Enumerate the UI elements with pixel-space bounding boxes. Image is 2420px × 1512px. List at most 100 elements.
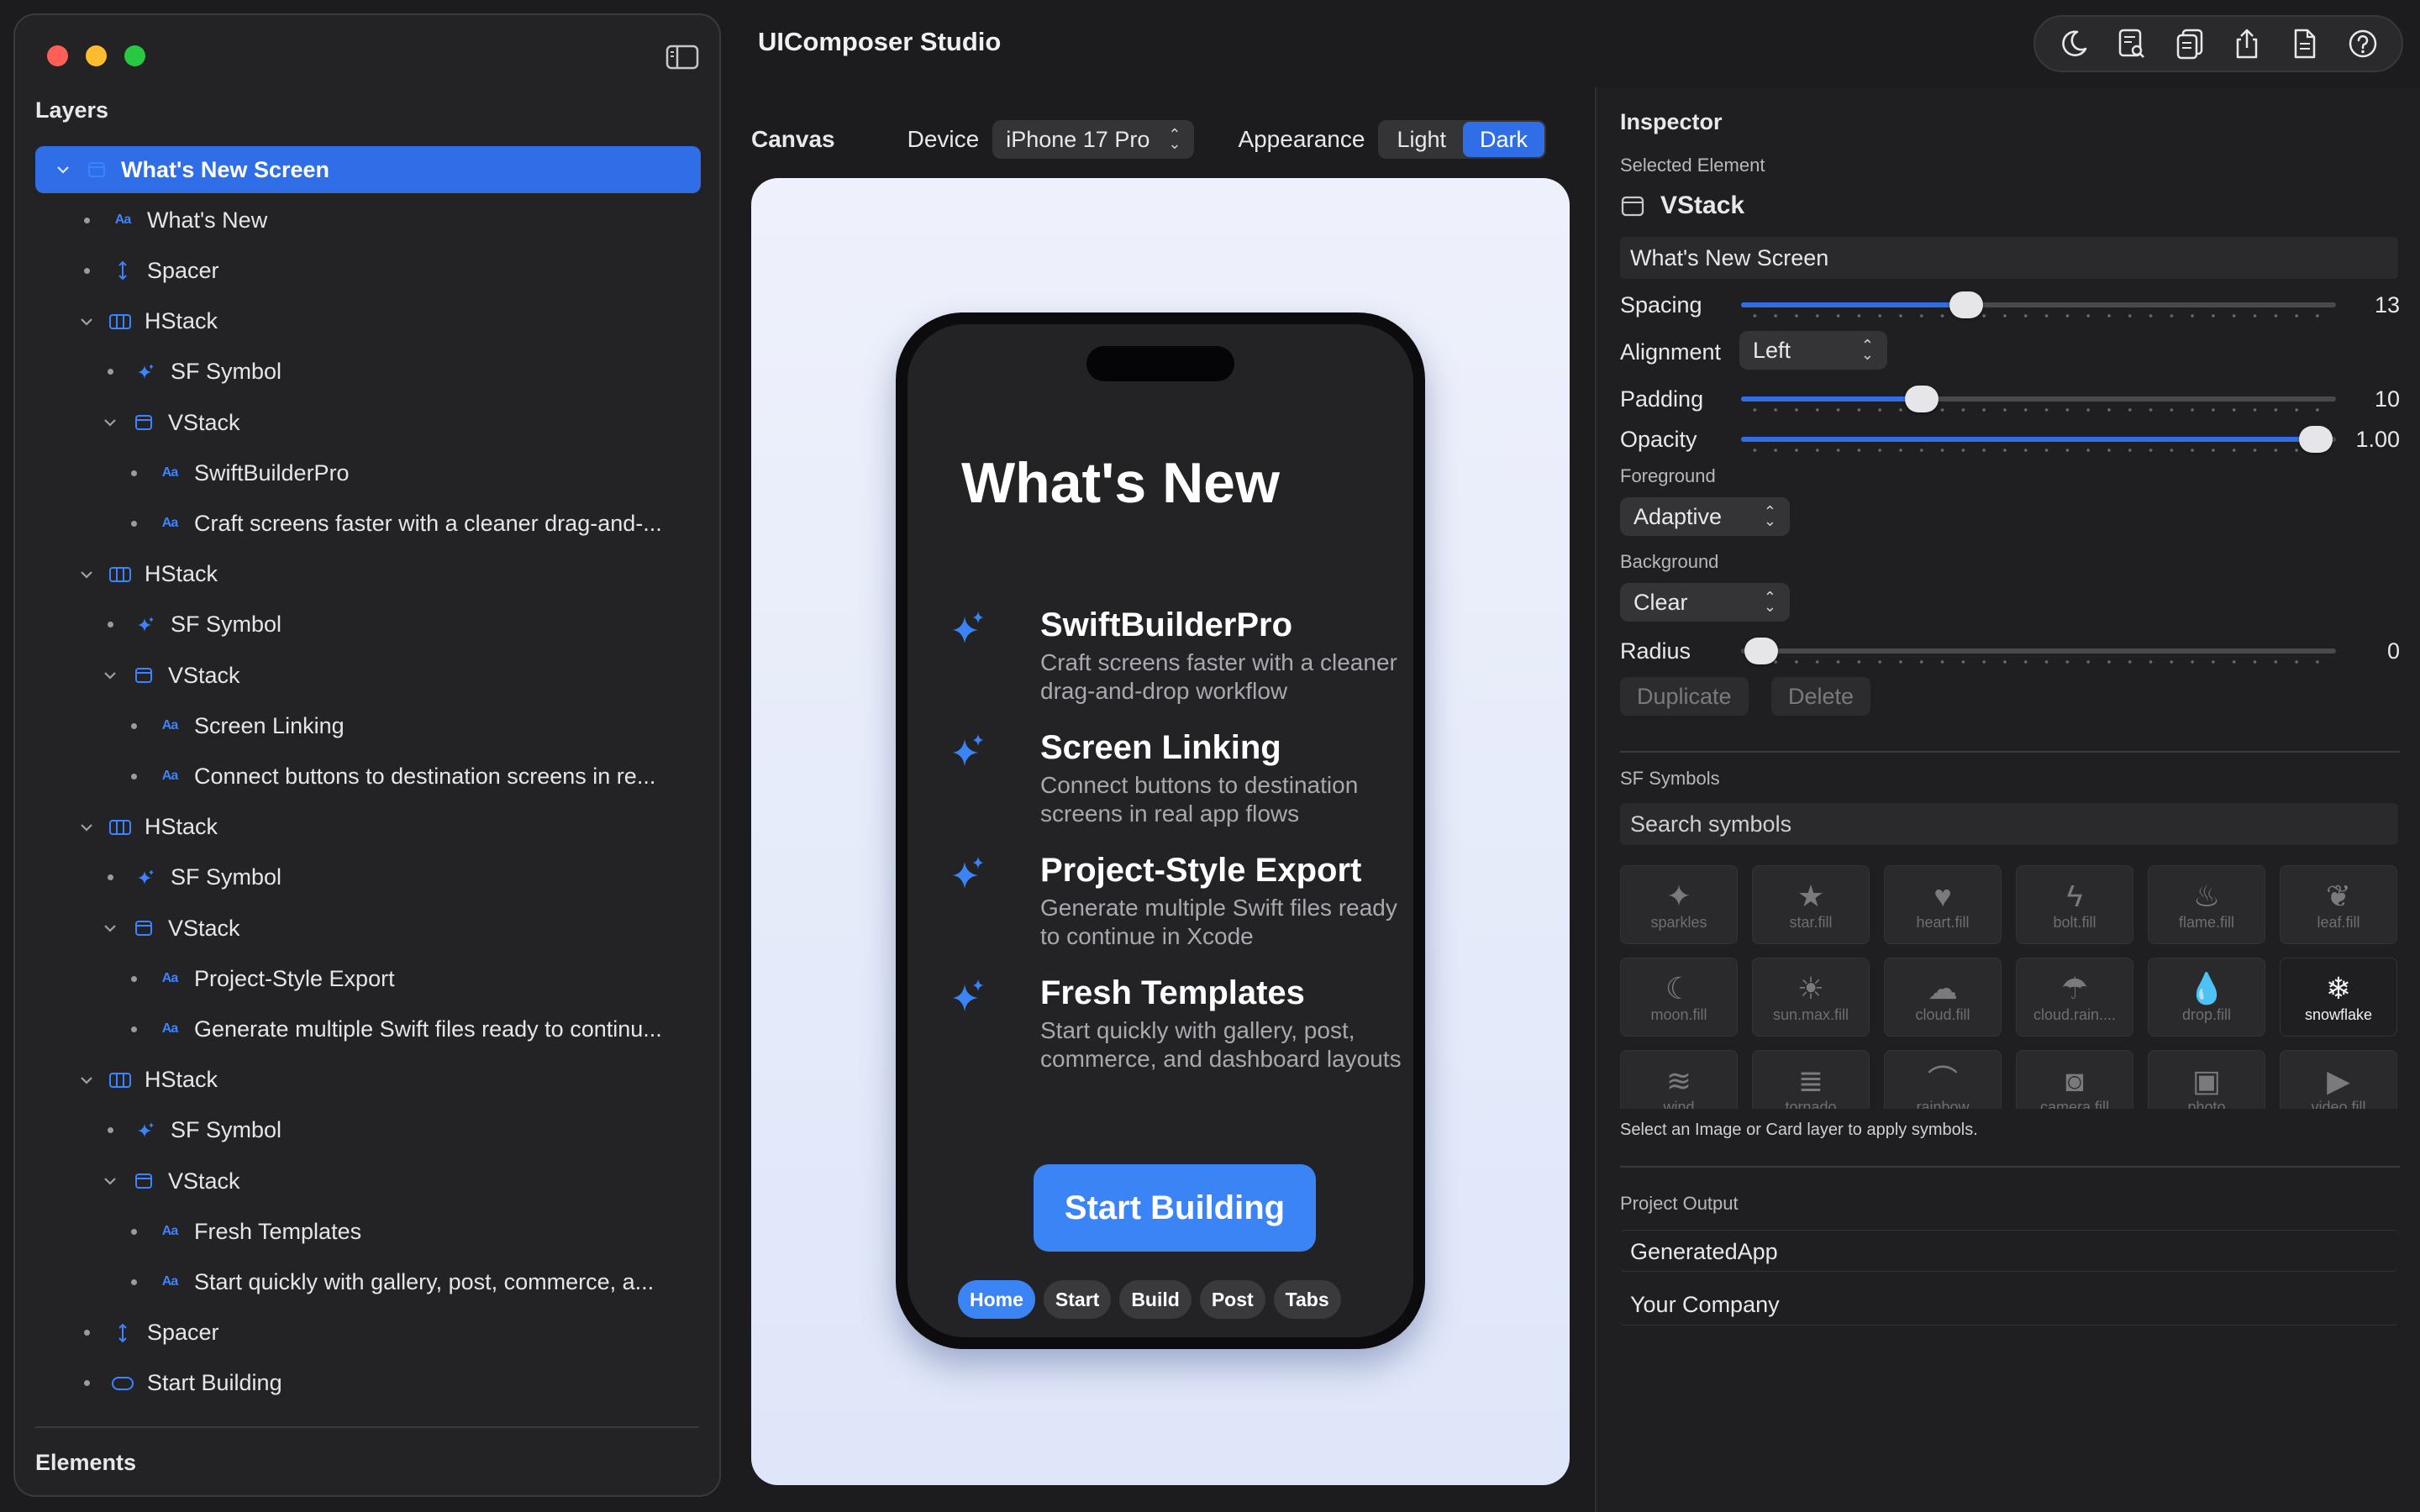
document-icon[interactable]: [2288, 27, 2322, 60]
layer-row[interactable]: HStack: [35, 804, 701, 851]
symbol-tile[interactable]: ✦ sparkles: [1620, 865, 1738, 944]
layer-row[interactable]: Aa Connect buttons to destination screens…: [35, 753, 701, 800]
layer-row[interactable]: SF Symbol: [35, 1107, 701, 1154]
layer-row[interactable]: What's New Screen: [35, 146, 701, 193]
spacing-slider[interactable]: [1741, 291, 2336, 319]
symbol-tile[interactable]: 💧 drop.fill: [2148, 958, 2265, 1037]
symbol-tile[interactable]: ◙ camera.fill: [2016, 1050, 2133, 1109]
symbol-tile[interactable]: ☾ moon.fill: [1620, 958, 1738, 1037]
symbol-name: star.fill: [1789, 913, 1833, 931]
chevron-down-icon[interactable]: [77, 565, 96, 584]
chevron-down-icon[interactable]: [77, 818, 96, 837]
device-select[interactable]: iPhone 17 Pro ⌃ ⌄: [992, 120, 1195, 159]
duplicate-button[interactable]: Duplicate: [1620, 677, 1749, 716]
symbol-tile[interactable]: ♨ flame.fill: [2148, 865, 2265, 944]
phone-screen[interactable]: What's New SwiftBuilderPro Craft screens …: [908, 324, 1413, 1337]
symbol-tile[interactable]: ♥ heart.fill: [1884, 865, 2002, 944]
foreground-select[interactable]: Adaptive ⌃ ⌄: [1620, 497, 1790, 536]
canvas-header: Canvas Device iPhone 17 Pro ⌃ ⌄ Appearanc…: [751, 119, 1566, 160]
symbol-tile[interactable]: ≣ tornado: [1752, 1050, 1870, 1109]
tab-tabs[interactable]: Tabs: [1273, 1280, 1341, 1319]
symbol-tile[interactable]: ☀ sun.max.fill: [1752, 958, 1870, 1037]
zoom-window-button[interactable]: [124, 45, 145, 66]
symbol-tile[interactable]: ☁ cloud.fill: [1884, 958, 2002, 1037]
minimize-window-button[interactable]: [86, 45, 107, 66]
tab-post[interactable]: Post: [1199, 1280, 1265, 1319]
project-output-title: Project Output: [1620, 1193, 1739, 1214]
layer-row[interactable]: Aa SwiftBuilderPro: [35, 449, 701, 496]
symbol-tile[interactable]: ▣ photo: [2148, 1050, 2265, 1109]
layer-label: SF Symbol: [171, 359, 282, 385]
alignment-select[interactable]: Left ⌃ ⌄: [1739, 331, 1887, 370]
app-name-field[interactable]: GeneratedApp: [1620, 1230, 2398, 1272]
symbol-name: flame.fill: [2178, 913, 2234, 931]
layer-row[interactable]: VStack: [35, 1158, 701, 1205]
layer-row[interactable]: Aa Generate multiple Swift files ready to…: [35, 1005, 701, 1053]
chevron-down-icon[interactable]: [101, 666, 119, 685]
chevron-down-icon[interactable]: [101, 1172, 119, 1190]
tab-home[interactable]: Home: [958, 1280, 1035, 1319]
symbol-tile[interactable]: ☂ cloud.rain....: [2016, 958, 2133, 1037]
help-icon[interactable]: [2346, 27, 2380, 60]
share-icon[interactable]: [2230, 27, 2264, 60]
foreground-label: Foreground: [1620, 465, 1716, 486]
symbol-tile[interactable]: ★ star.fill: [1752, 865, 1870, 944]
duplicate-doc-icon[interactable]: [2173, 27, 2207, 60]
layer-row[interactable]: Aa Craft screens faster with a cleaner dr…: [35, 500, 701, 547]
layer-row[interactable]: Aa What's New: [35, 197, 701, 244]
radius-slider[interactable]: [1741, 637, 2336, 665]
layer-row[interactable]: Spacer: [35, 247, 701, 294]
padding-slider[interactable]: [1741, 385, 2336, 413]
layer-row[interactable]: Aa Start quickly with gallery, post, comm…: [35, 1258, 701, 1305]
chevron-down-icon[interactable]: [54, 160, 72, 179]
layer-row[interactable]: Aa Project-Style Export: [35, 955, 701, 1002]
layer-row[interactable]: Aa Fresh Templates: [35, 1208, 701, 1255]
layer-row[interactable]: VStack: [35, 905, 701, 952]
company-field[interactable]: Your Company: [1620, 1284, 2398, 1326]
camera-fill-icon: ◙: [2065, 1063, 2084, 1098]
spacer-icon: [110, 260, 135, 281]
close-window-button[interactable]: [47, 45, 68, 66]
layer-row[interactable]: VStack: [35, 399, 701, 446]
tab-start[interactable]: Start: [1043, 1280, 1112, 1319]
opacity-slider[interactable]: [1741, 425, 2336, 454]
appearance-light-option[interactable]: Light: [1380, 122, 1463, 157]
layer-row[interactable]: Spacer: [35, 1310, 701, 1357]
layer-label: SwiftBuilderPro: [194, 459, 350, 486]
start-building-button[interactable]: Start Building: [1034, 1164, 1316, 1252]
symbol-name: snowflake: [2304, 1005, 2373, 1023]
preview-title[interactable]: What's New: [961, 450, 1280, 516]
appearance-dark-option[interactable]: Dark: [1463, 122, 1545, 157]
moon-icon[interactable]: [2057, 27, 2091, 60]
layer-row[interactable]: HStack: [35, 1057, 701, 1104]
delete-button[interactable]: Delete: [1771, 677, 1871, 716]
foreground-value: Adaptive: [1634, 503, 1723, 529]
layer-row[interactable]: SF Symbol: [35, 349, 701, 396]
layer-row[interactable]: Aa Screen Linking: [35, 702, 701, 749]
tab-build[interactable]: Build: [1119, 1280, 1192, 1319]
layer-row[interactable]: VStack: [35, 652, 701, 699]
feature-title: Screen Linking: [1040, 729, 1281, 766]
sidebar-toggle-icon[interactable]: [666, 44, 699, 71]
inspect-doc-icon[interactable]: [2115, 27, 2149, 60]
symbol-search-input[interactable]: Search symbols: [1620, 803, 2398, 845]
symbol-tile[interactable]: ϟ bolt.fill: [2016, 865, 2133, 944]
layer-row[interactable]: HStack: [35, 298, 701, 345]
layer-row[interactable]: Start Building: [35, 1360, 701, 1407]
symbol-tile[interactable]: ⌒ rainbow: [1884, 1050, 2002, 1109]
chevron-down-icon[interactable]: [101, 919, 119, 937]
chevron-down-icon[interactable]: [77, 1071, 96, 1089]
text-icon: Aa: [161, 1274, 178, 1289]
padding-value: 10: [2374, 386, 2400, 412]
layer-row[interactable]: HStack: [35, 551, 701, 598]
symbol-tile[interactable]: ≋ wind: [1620, 1050, 1738, 1109]
background-select[interactable]: Clear ⌃ ⌄: [1620, 583, 1790, 622]
layer-row[interactable]: SF Symbol: [35, 854, 701, 901]
element-name-field[interactable]: What's New Screen: [1620, 237, 2398, 279]
chevron-down-icon[interactable]: [77, 312, 96, 331]
symbol-tile[interactable]: ❦ leaf.fill: [2280, 865, 2397, 944]
symbol-tile[interactable]: ❄ snowflake: [2280, 958, 2397, 1037]
symbol-tile[interactable]: ▶ video.fill: [2280, 1050, 2397, 1109]
layer-row[interactable]: SF Symbol: [35, 601, 701, 648]
chevron-down-icon[interactable]: [101, 413, 119, 432]
